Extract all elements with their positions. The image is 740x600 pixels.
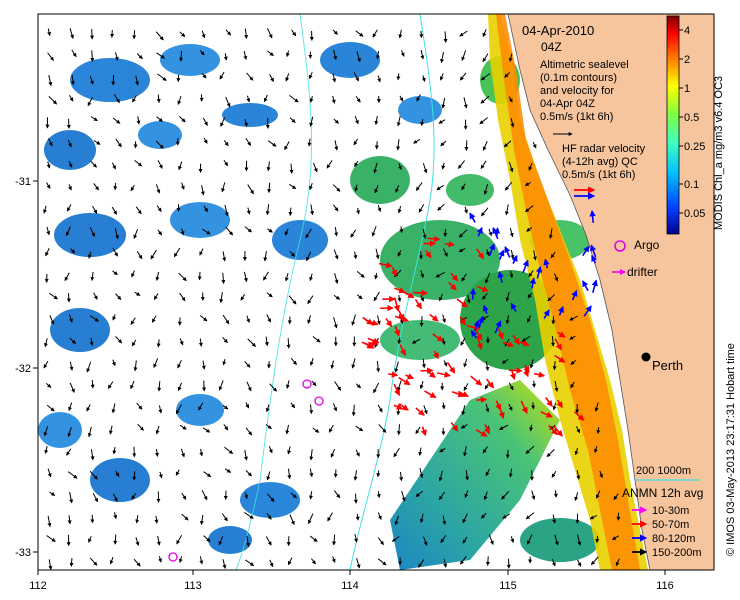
x-tick-label: 113 [184,580,202,592]
hf-radar-arrow [509,367,523,374]
altimetry-arrow [419,316,424,327]
x-axis: 112 113 114 115 116 [29,570,674,592]
altimetry-arrow [179,50,184,62]
anmn-label: 150-200m [652,547,702,559]
drifter-label: drifter [627,265,658,279]
altimetry-note-line: (0.1m contours) [540,72,617,84]
hf-note-line: (4-12h avg) QC [562,156,638,168]
altimetry-arrow [286,338,291,349]
y-tick-label: -32 [15,363,31,375]
altimetry-arrow [596,427,601,435]
anmn-label: 80-120m [652,533,695,545]
altimetry-note-line: Altimetric sealevel [540,59,629,71]
altimetry-arrow [552,361,557,371]
colorbar-tick: 0.25 [684,141,705,153]
colorbar-tick: 1 [684,83,690,95]
map-figure: 112 113 114 115 116 -31 -32 -33 04-Apr-2… [15,13,737,592]
altimetry-note-line: and velocity for [540,85,614,97]
x-tick-label: 112 [29,580,47,592]
altimetry-arrow [288,207,293,217]
altimetry-arrow [464,140,469,151]
anmn-title: ANMN 12h avg [622,486,703,500]
colorbar-tick: 0.5 [684,112,699,124]
altimetry-arrow [113,534,118,545]
altimetry-arrow [532,380,537,388]
bathymetry-scale-label: 200 1000m [636,465,691,477]
altimetry-note-line: 0.5m/s (1kt 6h) [540,111,613,123]
altimetry-arrow [419,30,424,39]
altimetry-arrow [90,29,95,40]
hf-note-line: 0.5m/s (1kt 6h) [562,169,635,181]
colorbar-tick: 2 [684,54,690,66]
hf-radar-arrow [444,240,455,248]
altimetry-note-line: 04-Apr 04Z [540,98,595,110]
hf-radar-arrow [589,209,596,223]
argo-label: Argo [634,238,660,252]
perth-marker [641,352,651,362]
altimetry-arrow [69,558,74,567]
colorbar-tick: 4 [684,25,690,37]
altimetry-arrow [531,402,536,410]
map-date: 04-Apr-2010 [522,23,594,38]
colorbar-title: MODIS Chl_a mg/m3 v6.4 OC3 [713,76,725,230]
altimetry-arrow [197,271,202,281]
altimetry-arrow [132,471,137,481]
hf-radar-arrow [469,287,477,300]
altimetry-arrow [441,427,446,436]
hf-radar-arrow [476,396,488,404]
anmn-label: 50-70m [652,519,689,531]
perth-label: Perth [652,358,683,373]
hf-radar-arrow [413,289,428,297]
colorbar-scale [666,15,680,235]
y-axis: -31 -32 -33 [15,176,38,559]
altimetry-arrow [132,30,137,40]
altimetry-arrow [399,226,404,234]
altimetry-arrow [374,141,379,150]
colorbar-tick: 0.05 [684,208,705,220]
x-tick-label: 115 [499,580,517,592]
y-tick-label: -33 [15,547,31,559]
x-tick-label: 114 [341,580,359,592]
map-time: 04Z [541,40,562,54]
altimetry-arrow [595,536,600,544]
hf-note-line: HF radar velocity [562,143,646,155]
colorbar-tick: 0.1 [684,179,699,191]
x-tick-label: 116 [656,580,674,592]
anmn-label: 10-30m [652,505,689,517]
altimetry-arrow [485,556,490,566]
y-tick-label: -31 [15,176,31,188]
credit-text: © IMOS 03-May-2013 23:17:31 Hobart time [725,343,737,556]
altimetry-arrow [90,380,95,389]
